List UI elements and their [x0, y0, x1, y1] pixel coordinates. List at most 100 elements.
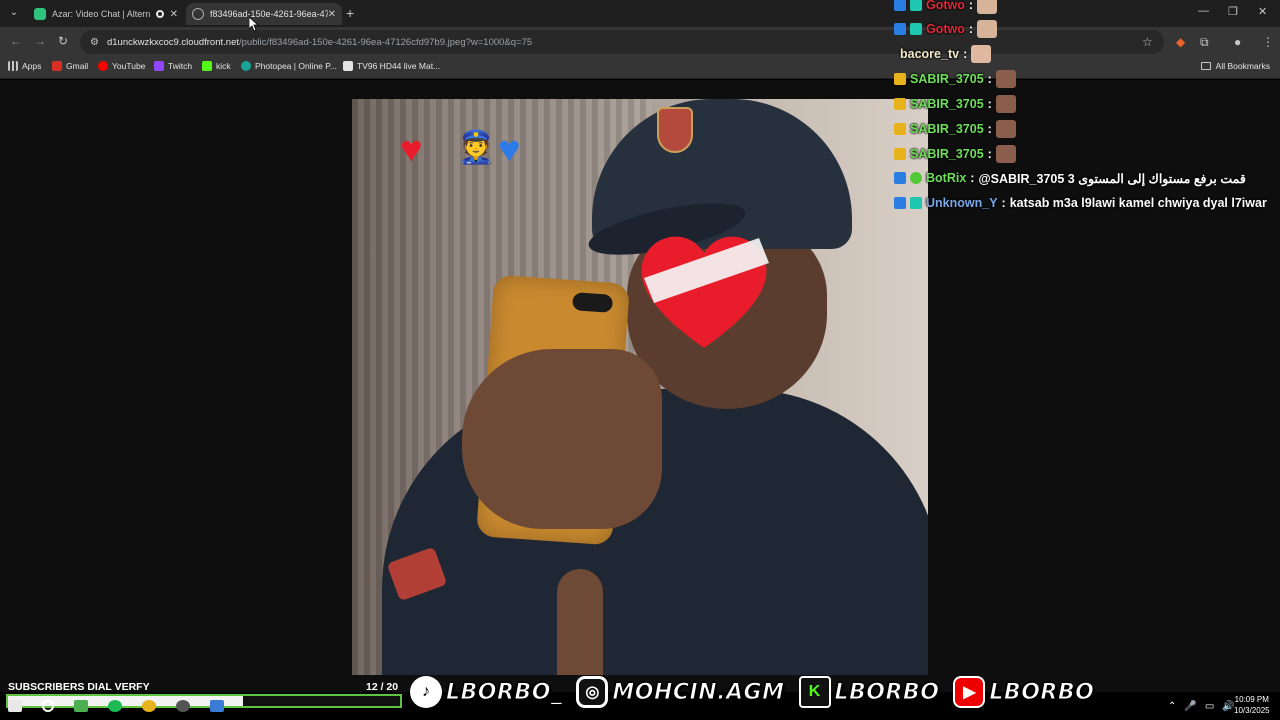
mouse-cursor-icon — [249, 17, 259, 31]
profile-avatar-icon[interactable]: ● — [1234, 35, 1241, 49]
chevron-up-icon[interactable]: ⌃ — [1168, 701, 1176, 712]
bookmark-youtube[interactable]: YouTube — [98, 61, 145, 71]
bookmark-gmail[interactable]: Gmail — [52, 61, 88, 71]
bookmark-kick[interactable]: kick — [202, 61, 231, 71]
chat-colon: : — [987, 72, 992, 86]
social-handle: LBORBO — [989, 679, 1095, 705]
recording-icon — [155, 10, 164, 18]
chat-message: SABIR_3705 : — [894, 118, 1016, 140]
crown-badge-icon — [894, 98, 906, 110]
bookmark-apps[interactable]: Apps — [8, 61, 41, 71]
chat-text: @SABIR_3705 قمت برفع مستواك إلى المستوى … — [978, 171, 1246, 186]
tab-title: Azar: Video Chat | Alternati — [52, 9, 150, 19]
red-heart-icon: ♥ — [400, 129, 423, 171]
chat-username: BotRix — [926, 171, 967, 185]
chat-message: bacore_tv : — [900, 43, 992, 65]
search-icon[interactable] — [42, 700, 54, 712]
obs-icon[interactable] — [176, 700, 190, 712]
subscriber-badge-icon — [910, 0, 922, 11]
windows-start-icon[interactable] — [8, 700, 22, 712]
network-icon[interactable]: ▭ — [1205, 701, 1214, 712]
kick-icon: K — [798, 676, 831, 708]
url-host: d1unckwzkxcoc9.cloudfront.net — [106, 36, 239, 48]
menu-kebab-icon[interactable]: ⋮ — [1262, 35, 1274, 49]
police-officer-icon: 👮 — [456, 129, 496, 165]
url-path: /public/f83496ad-150e-4261-96ea-47126cfd… — [239, 36, 533, 48]
hand — [462, 349, 662, 529]
all-bookmarks-label: All Bookmarks — [1215, 61, 1270, 71]
close-tab-icon[interactable]: ✕ — [170, 9, 178, 20]
bookmark-photopea[interactable]: Photopea | Online P... — [241, 61, 337, 71]
extensions-puzzle-icon[interactable]: ⧉ — [1200, 35, 1209, 50]
bookmark-tv96[interactable]: TV96 HD44 live Mat... — [343, 61, 440, 71]
instagram-icon: ◎ — [576, 676, 609, 708]
bandaged-heart-icon — [641, 236, 769, 348]
reload-icon[interactable]: ↻ — [58, 34, 68, 48]
bookmark-star-icon[interactable]: ☆ — [1142, 35, 1153, 49]
moderator-badge-icon — [894, 0, 906, 11]
bookmark-label: Photopea | Online P... — [255, 61, 337, 71]
chat-username: Unknown_Y — [926, 196, 998, 210]
blue-heart-icon: ♥ — [498, 129, 521, 171]
thumb — [557, 569, 603, 675]
emote-icon — [971, 45, 992, 63]
app-icon[interactable] — [210, 700, 224, 712]
microphone-icon[interactable]: 🎤 — [1184, 701, 1196, 712]
spotify-icon[interactable] — [108, 700, 122, 712]
all-bookmarks[interactable]: All Bookmarks — [1200, 61, 1270, 71]
social-handle: LBORBO_ — [445, 679, 563, 705]
emote-icon — [995, 145, 1016, 163]
chat-colon: : — [987, 97, 992, 111]
clock-date: 10/3/2025 — [1234, 706, 1270, 715]
social-youtube: ▶ LBORBO — [953, 676, 1094, 708]
folder-icon — [1200, 62, 1211, 70]
social-handle: MOHCIN.AGM — [612, 679, 785, 705]
tab-image[interactable]: f83496ad-150e-4261-96ea-471 ✕ — [186, 3, 342, 25]
bookmark-twitch[interactable]: Twitch — [154, 61, 192, 71]
phone-camera — [572, 292, 614, 313]
bookmark-label: TV96 HD44 live Mat... — [357, 61, 441, 71]
moderator-badge-icon — [894, 197, 906, 209]
gmail-icon — [52, 61, 62, 71]
twitch-icon — [154, 61, 164, 71]
verified-badge-icon — [910, 172, 922, 184]
chrome-icon[interactable] — [142, 700, 156, 712]
chat-message: BotRix : @SABIR_3705 قمت برفع مستواك إلى… — [894, 167, 1246, 189]
taskbar-icons — [8, 700, 244, 712]
close-tab-icon[interactable]: ✕ — [328, 9, 336, 20]
bookmarks-bar: Apps Gmail YouTube Twitch kick Photopea … — [0, 57, 1280, 79]
bookmark-label: kick — [216, 61, 231, 71]
chat-username: SABIR_3705 — [910, 122, 984, 136]
chat-colon: : — [1001, 196, 1006, 210]
back-icon[interactable]: ← — [10, 34, 22, 48]
displayed-photo[interactable]: ♥ 👮 ♥ — [352, 99, 928, 675]
bookmark-label: Gmail — [66, 61, 89, 71]
bookmark-label: YouTube — [112, 61, 146, 71]
kick-icon — [202, 61, 212, 71]
chat-colon: : — [968, 22, 974, 36]
bookmark-label: Twitch — [168, 61, 193, 71]
address-bar[interactable]: ⚙ d1unckwzkxcoc9.cloudfront.net /public/… — [80, 30, 1164, 54]
tv96-icon — [343, 61, 353, 71]
new-tab-button[interactable]: + — [346, 5, 354, 21]
subscriber-badge-icon — [910, 23, 922, 35]
site-info-icon[interactable]: ⚙ — [90, 37, 99, 48]
chat-colon: : — [963, 47, 968, 61]
chat-colon: : — [970, 171, 975, 185]
chat-username: SABIR_3705 — [910, 97, 984, 111]
forward-icon[interactable]: → — [34, 34, 46, 48]
photopea-icon — [241, 61, 251, 71]
chat-message: SABIR_3705 : — [894, 93, 1016, 115]
subscribers-goal-count: 12 / 20 — [366, 681, 399, 693]
volume-icon[interactable]: 🔊 — [1222, 701, 1234, 712]
chat-message: SABIR_3705 : — [894, 143, 1016, 165]
close-window-icon[interactable]: ✕ — [1258, 5, 1267, 18]
tab-azar[interactable]: Azar: Video Chat | Alternati ✕ — [28, 3, 184, 25]
restore-icon[interactable]: ❐ — [1228, 5, 1238, 18]
moderator-badge-icon — [894, 172, 906, 184]
extension-fox-icon[interactable]: ◆ — [1176, 35, 1185, 49]
taskbar-clock[interactable]: 10:09 PM 10/3/2025 — [1234, 694, 1270, 716]
file-explorer-icon[interactable] — [74, 700, 88, 712]
minimize-icon[interactable]: — — [1198, 5, 1209, 17]
tab-search-chevron-icon[interactable]: ⌄ — [6, 5, 22, 21]
